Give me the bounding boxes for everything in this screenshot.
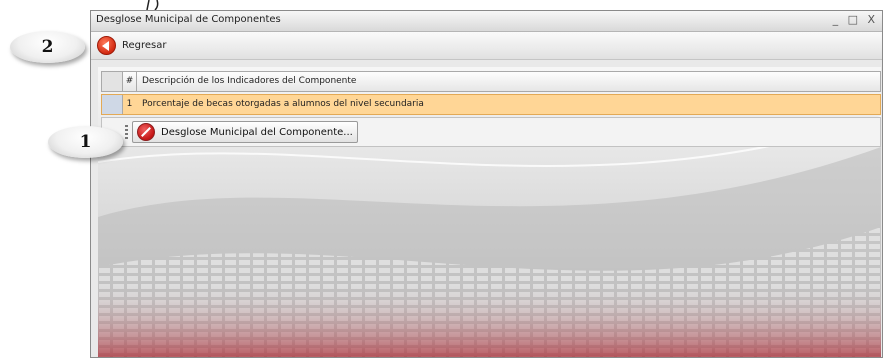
window-title: Desglose Municipal de Componentes [96, 14, 281, 25]
callout-1-label: 1 [79, 132, 92, 152]
toolbar-grip-handle[interactable] [125, 125, 128, 139]
main-toolbar: Regresar [91, 32, 882, 60]
desglose-municipal-button[interactable]: Desglose Municipal del Componente... [132, 121, 358, 143]
window-controls[interactable]: _ □ X [833, 13, 878, 26]
row-selector[interactable] [102, 95, 123, 114]
callout-2-label: 2 [41, 37, 54, 57]
grid-header: # Descripción de los Indicadores del Com… [101, 71, 881, 92]
header-row-selector[interactable] [102, 72, 123, 91]
indicators-grid: # Descripción de los Indicadores del Com… [101, 71, 881, 147]
desglose-button-label: Desglose Municipal del Componente... [161, 126, 353, 138]
app-window: Desglose Municipal de Componentes _ □ X … [90, 10, 883, 358]
header-description[interactable]: Descripción de los Indicadores del Compo… [142, 72, 356, 91]
title-bar[interactable]: Desglose Municipal de Componentes _ □ X [91, 11, 882, 32]
no-entry-icon [137, 123, 155, 141]
document-stroke-mark [146, 0, 159, 10]
grid-toolbar: Desglose Municipal del Componente... [101, 117, 881, 147]
callout-2: 2 [10, 31, 85, 63]
header-number[interactable]: # [123, 72, 137, 91]
back-button[interactable]: Regresar [97, 35, 167, 56]
row-description: Porcentaje de becas otorgadas a alumnos … [142, 99, 424, 109]
row-number: 1 [126, 99, 133, 109]
back-button-label: Regresar [122, 40, 167, 51]
callout-1: 1 [48, 126, 123, 158]
table-row[interactable]: 1 Porcentaje de becas otorgadas a alumno… [101, 94, 881, 115]
content-area: # Descripción de los Indicadores del Com… [98, 67, 881, 357]
back-arrow-icon [97, 36, 116, 55]
